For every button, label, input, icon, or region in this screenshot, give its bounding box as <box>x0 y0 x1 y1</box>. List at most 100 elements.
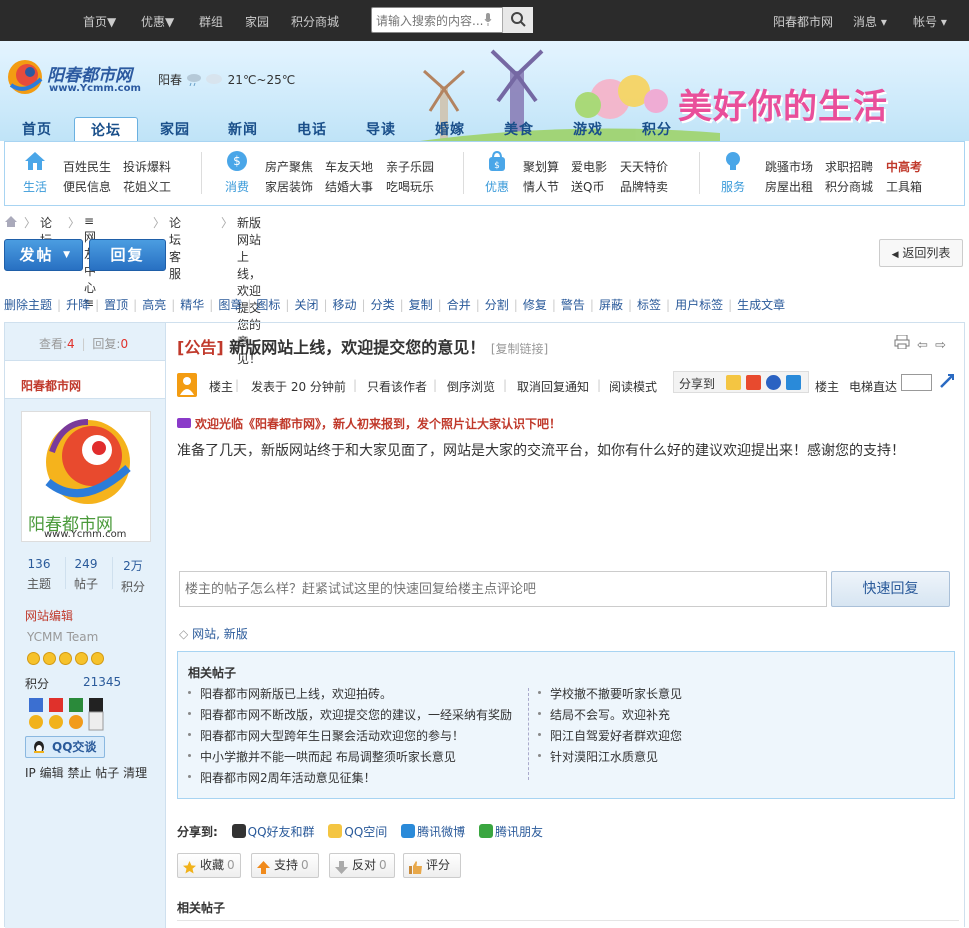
link-movies[interactable]: 爱电影 <box>571 158 607 175</box>
account-menu[interactable]: 帐号 ▾ <box>913 13 947 30</box>
nav-points[interactable]: 积分 <box>628 119 686 141</box>
user-group[interactable]: 网站编辑 <box>25 607 73 624</box>
share-tencent-friends[interactable]: 腾讯朋友 <box>478 824 543 839</box>
link-daily-deals[interactable]: 天天特价 <box>620 158 668 175</box>
nav-guide[interactable]: 导读 <box>352 119 410 141</box>
reply-button[interactable]: 回复 <box>89 239 166 271</box>
link-car-club[interactable]: 车友天地 <box>325 158 373 175</box>
link-parenting[interactable]: 亲子乐园 <box>386 158 434 175</box>
link-valentines[interactable]: 情人节 <box>523 178 559 195</box>
link-complaints[interactable]: 投诉爆料 <box>123 158 171 175</box>
author-username[interactable]: 阳春都市网 <box>21 377 81 394</box>
moderation-action[interactable]: 分割 <box>485 296 509 313</box>
moderation-action[interactable]: 生成文章 <box>737 296 785 313</box>
next-thread-icon[interactable]: ⇨ <box>935 338 946 353</box>
share-qq-friends[interactable]: QQ好友和群 <box>231 824 315 839</box>
moderation-action[interactable]: 分类 <box>371 296 395 313</box>
baidu-icon[interactable] <box>766 375 781 390</box>
link-real-estate[interactable]: 房产聚焦 <box>265 158 313 175</box>
link-wedding[interactable]: 结婚大事 <box>325 178 373 195</box>
copy-link-button[interactable]: [复制链接] <box>491 342 548 356</box>
oppose-button[interactable]: 反对 0 <box>329 853 395 878</box>
moderation-action[interactable]: 删除主题 <box>4 296 52 313</box>
nav-forum[interactable]: 论坛 <box>74 117 138 142</box>
edit-user-link[interactable]: 编辑 <box>40 766 64 780</box>
link-exams[interactable]: 中高考 <box>886 158 922 175</box>
site-name-link[interactable]: 阳春都市网 <box>773 13 833 30</box>
home-icon[interactable] <box>4 215 18 231</box>
link-brand-sale[interactable]: 品牌特卖 <box>620 178 668 195</box>
search-input[interactable] <box>376 12 488 29</box>
link-jobs[interactable]: 求职招聘 <box>825 158 873 175</box>
site-logo[interactable]: 阳春都市网 www.Ycmm.com <box>5 55 145 99</box>
breadcrumb-support[interactable]: 论坛客服 <box>169 214 181 282</box>
moderation-action[interactable]: 置顶 <box>104 296 128 313</box>
list-item[interactable]: 阳春都市网2周年活动意见征集！ <box>178 769 512 790</box>
moderation-action[interactable]: 用户标签 <box>675 296 723 313</box>
search-button[interactable] <box>502 7 533 33</box>
topnav-home[interactable]: 首页▼ <box>83 13 116 30</box>
list-item[interactable]: 学校撤不撤要听家长意见 <box>528 685 682 706</box>
moderation-action[interactable]: 修复 <box>523 296 547 313</box>
reverse-order-link[interactable]: 倒序浏览 <box>447 378 495 395</box>
link-toolbox[interactable]: 工具箱 <box>886 178 922 195</box>
moderation-action[interactable]: 图标 <box>256 296 280 313</box>
moderation-action[interactable]: 警告 <box>561 296 585 313</box>
moderation-action[interactable]: 屏蔽 <box>599 296 623 313</box>
topnav-points-mall[interactable]: 积分商城 <box>291 13 339 30</box>
favorite-button[interactable]: 收藏 0 <box>177 853 241 878</box>
link-home-decor[interactable]: 家居装饰 <box>265 178 313 195</box>
microphone-icon[interactable] <box>484 13 492 26</box>
share-tencent-weibo[interactable]: 腾讯微博 <box>401 824 465 839</box>
user-avatar-small-icon[interactable] <box>177 373 197 397</box>
avatar[interactable]: 阳春都市网 www.Ycmm.com <box>21 411 151 542</box>
list-item[interactable]: 阳春都市网新版已上线，欢迎拍砖。 <box>178 685 512 706</box>
link-baixing-minsheng[interactable]: 百姓民生 <box>63 158 111 175</box>
go-arrow-icon[interactable] <box>939 373 955 392</box>
rate-button[interactable]: 评分 <box>403 853 461 878</box>
ip-link[interactable]: IP <box>25 766 36 780</box>
stat-threads[interactable]: 136 主题 <box>19 557 59 592</box>
moderation-action[interactable]: 合并 <box>447 296 471 313</box>
moderation-action[interactable]: 图章 <box>218 296 242 313</box>
cancel-notify-link[interactable]: 取消回复通知 <box>517 378 589 395</box>
read-mode-link[interactable]: 阅读模式 <box>609 378 657 395</box>
tag-links[interactable]: 网站, 新版 <box>192 627 248 641</box>
nav-phone[interactable]: 电话 <box>283 119 341 141</box>
quick-reply-button[interactable]: 快速回复 <box>831 571 950 607</box>
nav-food[interactable]: 美食 <box>490 119 548 141</box>
moderation-action[interactable]: 精华 <box>180 296 204 313</box>
nav-wedding[interactable]: 婚嫁 <box>421 119 479 141</box>
nav-home-space[interactable]: 家园 <box>146 119 204 141</box>
list-item[interactable]: 中小学撤并不能一哄而起 布局调整须听家长意见 <box>178 748 512 769</box>
floor-jump-input[interactable] <box>901 374 932 391</box>
moderation-action[interactable]: 复制 <box>409 296 433 313</box>
qq-chat-button[interactable]: QQ交谈 <box>25 736 105 758</box>
qzone-icon[interactable] <box>726 375 741 390</box>
messages-menu[interactable]: 消息 ▾ <box>853 13 887 30</box>
moderation-action[interactable]: 标签 <box>637 296 661 313</box>
only-author-link[interactable]: 只看该作者 <box>367 378 427 395</box>
moderation-action[interactable]: 关闭 <box>294 296 318 313</box>
new-post-button[interactable]: 发帖 ▼ <box>4 239 83 271</box>
link-convenience-info[interactable]: 便民信息 <box>63 178 111 195</box>
topnav-home-space[interactable]: 家园 <box>245 13 269 30</box>
link-points-mall[interactable]: 积分商城 <box>825 178 873 195</box>
user-posts-link[interactable]: 帖子 <box>95 766 119 780</box>
link-food-fun[interactable]: 吃喝玩乐 <box>386 178 434 195</box>
nav-games[interactable]: 游戏 <box>559 119 617 141</box>
clean-user-link[interactable]: 清理 <box>123 766 147 780</box>
stat-posts[interactable]: 249 帖子 <box>66 557 106 592</box>
post-tag[interactable]: [公告] <box>177 338 224 357</box>
quick-reply-input[interactable] <box>185 580 785 598</box>
ban-user-link[interactable]: 禁止 <box>67 766 91 780</box>
list-item[interactable]: 阳春都市网不断改版，欢迎提交您的建议，一经采纳有奖励 <box>178 706 512 727</box>
topnav-deals[interactable]: 优惠▼ <box>141 13 174 30</box>
topnav-groups[interactable]: 群组 <box>199 13 223 30</box>
list-item[interactable]: 阳春都市网大型跨年生日聚会活动欢迎您的参与！ <box>178 727 512 748</box>
back-to-list-button[interactable]: ◀ 返回列表 <box>879 239 963 267</box>
list-item[interactable]: 结局不会写。欢迎补充 <box>528 706 682 727</box>
nav-home[interactable]: 首页 <box>8 119 66 141</box>
link-volunteers[interactable]: 花姐义工 <box>123 178 171 195</box>
link-flea-market[interactable]: 跳骚市场 <box>765 158 813 175</box>
